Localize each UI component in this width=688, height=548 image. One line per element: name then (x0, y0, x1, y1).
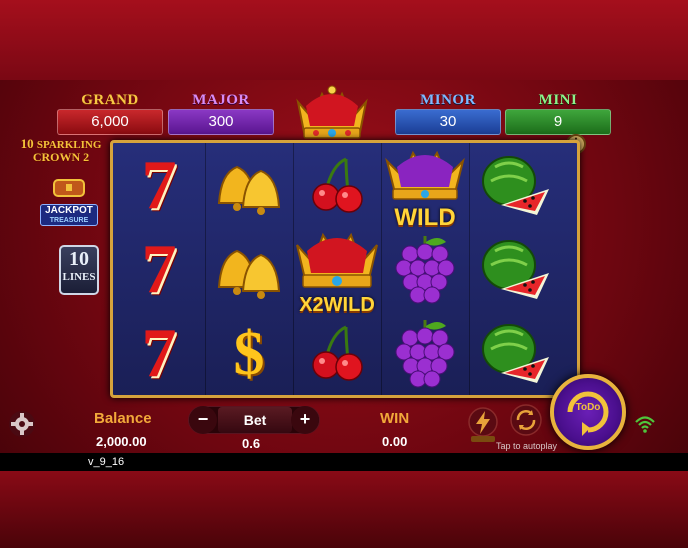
jackpot-major-label: MAJOR (192, 92, 250, 108)
symbol-cherries (293, 313, 381, 395)
symbol-bells (205, 145, 293, 227)
bell-icon (217, 249, 281, 299)
version-bar: v_9_16 (0, 453, 688, 471)
seven-glyph: 7 (141, 147, 177, 224)
symbol-cherries (293, 145, 381, 227)
dollar-glyph: $ (233, 319, 265, 388)
spin-button[interactable]: ToDo (550, 374, 626, 450)
spin-label: ToDo (575, 402, 601, 413)
watermelon-icon (482, 324, 549, 383)
crown-icon (385, 150, 465, 200)
jackpot-treasure-line2: TREASURE (49, 217, 89, 224)
jackpot-minor-label: MINOR (420, 92, 476, 108)
jackpot-major-value: 300 (168, 109, 274, 135)
seven-glyph: 7 (141, 231, 177, 308)
bet-increase-button[interactable]: + (291, 406, 319, 434)
seven-glyph: 7 (141, 315, 177, 392)
cherry-icon (312, 325, 363, 381)
bet-decrease-button[interactable]: − (189, 406, 217, 434)
autoplay-hint: Tap to autoplay (496, 441, 558, 451)
top-backdrop (0, 0, 688, 80)
reel-divider (469, 143, 470, 395)
gear-icon (9, 411, 35, 437)
version-text: v_9_16 (88, 456, 125, 468)
jackpot-treasure-badge[interactable]: JACKPOT TREASURE (40, 178, 98, 226)
game-logo-title: CROWN 2 (32, 150, 90, 164)
bell-icon (217, 165, 281, 215)
lines-label: LINES (62, 271, 96, 283)
game-logo: 10 SPARKLING CROWN 2 (16, 136, 106, 164)
symbol-bells (205, 229, 293, 311)
autoplay-icon (510, 404, 542, 436)
symbol-grapes (381, 313, 469, 395)
wild-label: WILD (394, 204, 456, 231)
win-label: WIN (380, 410, 410, 427)
jackpot-grand-value: 6,000 (57, 109, 163, 135)
lines-indicator: 10 LINES (59, 245, 99, 295)
crown-icon (296, 232, 378, 288)
symbol-grapes (381, 229, 469, 311)
symbol-seven: 7 (115, 313, 203, 395)
symbol-wild: WILD (381, 145, 469, 231)
symbol-watermelon (471, 229, 559, 311)
jackpot-mini: MINI 9 (505, 92, 611, 135)
wifi-icon (634, 414, 656, 434)
symbol-seven: 7 (115, 145, 203, 227)
grapes-icon (395, 236, 455, 304)
balance-label: Balance (94, 410, 152, 427)
symbol-x2wild: X2WILD (289, 225, 385, 317)
jackpot-mini-value: 9 (505, 109, 611, 135)
balance-value: 2,000.00 (96, 434, 147, 449)
jackpot-grand: GRAND 6,000 (57, 92, 163, 135)
lightning-icon (468, 407, 498, 442)
treasure-chest-icon (53, 179, 85, 197)
jackpot-major: MAJOR 300 (168, 92, 274, 135)
jackpot-treasure-line1: JACKPOT (45, 205, 93, 216)
symbol-seven: 7 (115, 229, 203, 311)
game-logo-number: 10 (20, 136, 34, 151)
settings-button[interactable] (8, 410, 36, 438)
watermelon-icon (482, 156, 549, 215)
symbol-watermelon (471, 313, 559, 395)
symbol-watermelon (471, 145, 559, 227)
autoplay-button[interactable] (510, 404, 542, 436)
crown-icon (292, 84, 372, 144)
cherry-icon (312, 157, 363, 213)
bet-label: Bet (218, 407, 292, 433)
win-value: 0.00 (382, 434, 408, 449)
watermelon-icon (482, 240, 549, 299)
symbol-dollar: $ (205, 313, 293, 395)
jackpot-minor-value: 30 (395, 109, 501, 135)
bet-value: 0.6 (242, 436, 261, 451)
jackpot-minor: MINOR 30 (395, 92, 501, 135)
lines-count: 10 (69, 248, 89, 270)
reels-frame: 7 7 7 $ X2WILD WILD (110, 140, 580, 398)
jackpot-mini-label: MINI (538, 92, 578, 108)
bottom-backdrop (0, 470, 688, 548)
grapes-icon (395, 320, 455, 388)
turbo-button[interactable] (467, 406, 499, 444)
jackpot-grand-label: GRAND (81, 92, 139, 108)
